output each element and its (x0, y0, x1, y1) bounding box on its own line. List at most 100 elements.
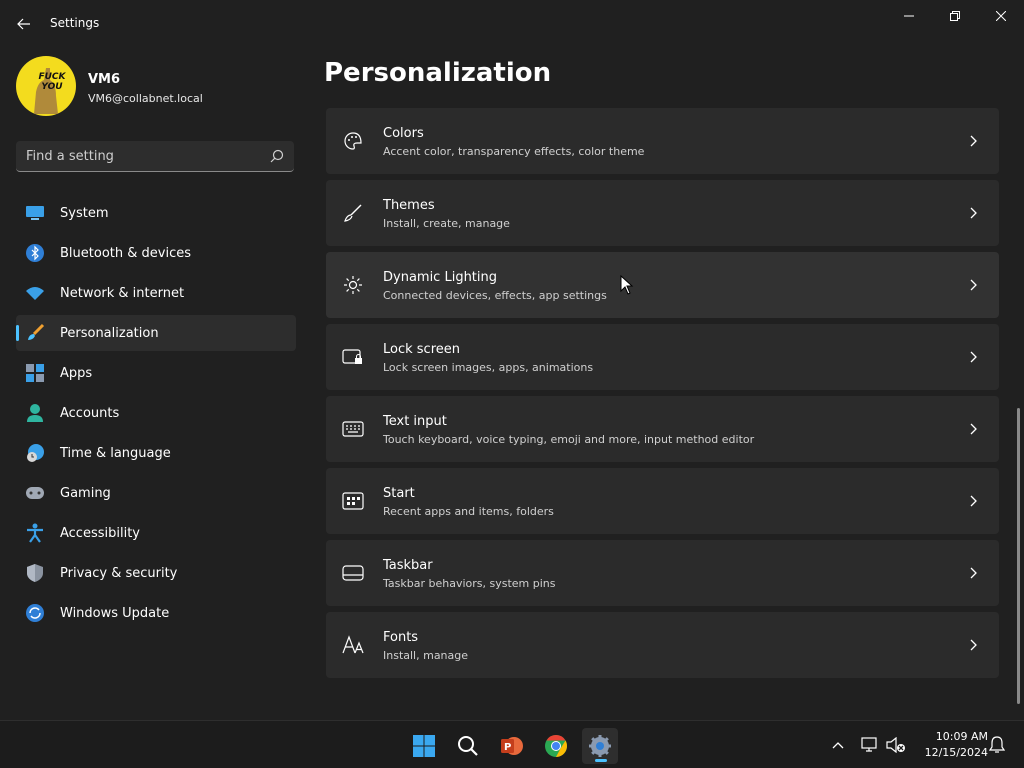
minimize-button[interactable] (886, 0, 932, 32)
card-subtitle: Install, create, manage (383, 217, 510, 230)
chevron-up-icon (832, 742, 844, 749)
user-profile[interactable]: FUCK YOU VM6 VM6@collabnet.local (16, 56, 306, 118)
card-title: Colors (383, 126, 424, 141)
sidebar-item-gaming[interactable]: Gaming (16, 475, 296, 511)
card-fonts[interactable]: Fonts Install, manage (326, 612, 999, 678)
taskbar: P 10:09 AM 12/15/2024 (0, 720, 1024, 768)
back-button[interactable] (12, 12, 36, 36)
close-icon (996, 11, 1006, 21)
restore-icon (950, 11, 960, 21)
lighting-icon (342, 274, 364, 296)
page-title: Personalization (324, 58, 552, 88)
monitor-icon (24, 202, 46, 224)
mouse-cursor-icon (620, 275, 634, 295)
card-title: Lock screen (383, 342, 460, 357)
brush-icon (342, 202, 364, 224)
start-button[interactable] (406, 728, 442, 764)
chevron-right-icon (970, 207, 977, 219)
volume-tray-button[interactable] (886, 735, 906, 755)
chrome-icon (545, 735, 567, 757)
sidebar-item-privacy-security[interactable]: Privacy & security (16, 555, 296, 591)
card-title: Text input (383, 414, 447, 429)
palette-icon (342, 130, 364, 152)
chevron-right-icon (970, 279, 977, 291)
window-controls (886, 0, 1024, 32)
sidebar-item-label: System (60, 205, 109, 221)
sidebar-item-network[interactable]: Network & internet (16, 275, 296, 311)
windows-start-icon (413, 735, 435, 757)
card-text-input[interactable]: Text input Touch keyboard, voice typing,… (326, 396, 999, 462)
keyboard-icon (342, 418, 364, 440)
bell-icon (989, 736, 1005, 753)
update-icon (24, 602, 46, 624)
brush-icon (24, 322, 46, 344)
card-subtitle: Recent apps and items, folders (383, 505, 554, 518)
chevron-right-icon (970, 639, 977, 651)
sidebar-item-windows-update[interactable]: Windows Update (16, 595, 296, 631)
accessibility-icon (24, 522, 46, 544)
card-title: Fonts (383, 630, 419, 645)
clock-time: 10:09 AM (935, 730, 988, 743)
card-subtitle: Touch keyboard, voice typing, emoji and … (383, 433, 755, 446)
clock-date: 12/15/2024 (924, 746, 988, 759)
card-title: Dynamic Lighting (383, 270, 498, 285)
close-button[interactable] (978, 0, 1024, 32)
card-subtitle: Lock screen images, apps, animations (383, 361, 594, 374)
card-title: Taskbar (383, 558, 433, 573)
settings-window: Settings FUCK YOU VM6 VM6@collabnet.loca… (0, 0, 1024, 720)
sidebar-item-apps[interactable]: Apps (16, 355, 296, 391)
sidebar-item-system[interactable]: System (16, 195, 296, 231)
avatar-caption: FUCK YOU (38, 72, 66, 92)
scrollbar[interactable] (1017, 408, 1020, 704)
taskbar-chrome-button[interactable] (538, 728, 574, 764)
sidebar-item-bluetooth[interactable]: Bluetooth & devices (16, 235, 296, 271)
search-icon (458, 736, 478, 756)
notifications-button[interactable] (987, 735, 1007, 755)
show-hidden-icons-button[interactable] (828, 735, 848, 755)
sidebar-item-label: Personalization (60, 325, 159, 341)
card-start[interactable]: Start Recent apps and items, folders (326, 468, 999, 534)
card-dynamic-lighting[interactable]: Dynamic Lighting Connected devices, effe… (326, 252, 999, 318)
search-box[interactable] (16, 141, 294, 172)
sidebar-item-label: Privacy & security (60, 565, 178, 581)
card-subtitle: Taskbar behaviors, system pins (383, 577, 556, 590)
taskbar-settings-button[interactable] (582, 728, 618, 764)
sidebar-item-label: Accounts (60, 405, 120, 421)
bluetooth-icon (24, 242, 46, 264)
sidebar-item-label: Network & internet (60, 285, 185, 301)
card-taskbar[interactable]: Taskbar Taskbar behaviors, system pins (326, 540, 999, 606)
apps-icon (24, 362, 46, 384)
card-themes[interactable]: Themes Install, create, manage (326, 180, 999, 246)
avatar: FUCK YOU (16, 56, 76, 116)
gamepad-icon (24, 482, 46, 504)
settings-gear-icon (589, 735, 611, 757)
taskbar-powerpoint-button[interactable]: P (494, 728, 530, 764)
svg-text:P: P (504, 742, 511, 753)
card-lock-screen[interactable]: Lock screen Lock screen images, apps, an… (326, 324, 999, 390)
sidebar-item-label: Apps (60, 365, 93, 381)
search-input[interactable] (26, 147, 256, 165)
sidebar-item-label: Windows Update (60, 605, 170, 621)
clock[interactable]: 10:09 AM 12/15/2024 (916, 729, 988, 761)
network-tray-button[interactable] (860, 735, 880, 755)
chevron-right-icon (970, 423, 977, 435)
card-title: Themes (383, 198, 435, 213)
sidebar-item-accounts[interactable]: Accounts (16, 395, 296, 431)
user-name: VM6 (88, 72, 121, 87)
active-app-indicator (595, 759, 607, 762)
taskbar-search-button[interactable] (450, 728, 486, 764)
sidebar-item-label: Gaming (60, 485, 111, 501)
chevron-right-icon (970, 495, 977, 507)
sidebar-item-label: Accessibility (60, 525, 140, 541)
sidebar-item-time-language[interactable]: Time & language (16, 435, 296, 471)
sidebar-nav: System Bluetooth & devices Network & int… (16, 195, 296, 635)
sidebar-item-personalization[interactable]: Personalization (16, 315, 296, 351)
card-colors[interactable]: Colors Accent color, transparency effect… (326, 108, 999, 174)
globe-clock-icon (24, 442, 46, 464)
chevron-right-icon (970, 351, 977, 363)
settings-list: Colors Accent color, transparency effect… (326, 108, 999, 684)
sidebar-item-accessibility[interactable]: Accessibility (16, 515, 296, 551)
sidebar-item-label: Time & language (60, 445, 171, 461)
restore-button[interactable] (932, 0, 978, 32)
sidebar-item-label: Bluetooth & devices (60, 245, 191, 261)
